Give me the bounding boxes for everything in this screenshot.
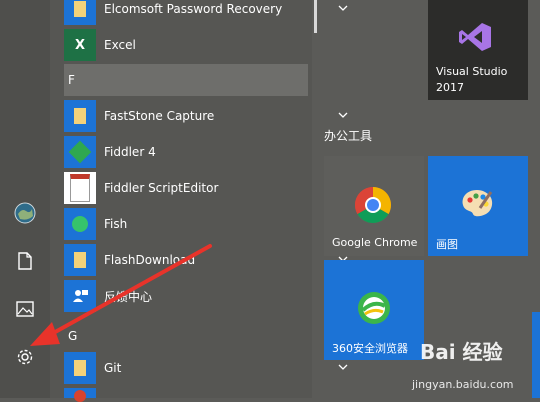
watermark-brand: Bai 经验 <box>420 340 503 364</box>
visual-studio-label: Visual Studio 2017 <box>436 65 508 94</box>
360-browser-icon <box>358 292 390 324</box>
paint-palette-icon <box>462 190 493 217</box>
google-chrome-tile[interactable]: Google Chrome <box>324 156 424 256</box>
360-browser-label: 360安全浏览器 <box>332 342 408 355</box>
visual-studio-tile[interactable]: Visual Studio 2017 <box>428 0 528 100</box>
baidu-watermark: Bai 经验 jingyan.baidu.com <box>412 336 540 398</box>
360-browser-tile[interactable]: 360安全浏览器 <box>324 260 424 360</box>
tile-group-title: 办公工具 <box>324 129 373 143</box>
google-chrome-label: Google Chrome <box>332 236 418 249</box>
visual-studio-icon <box>459 23 491 51</box>
watermark-url: jingyan.baidu.com <box>412 378 514 391</box>
chrome-icon <box>354 187 392 224</box>
paint-label: 画图 <box>436 238 458 251</box>
paint-tile[interactable]: 画图 <box>428 156 528 256</box>
